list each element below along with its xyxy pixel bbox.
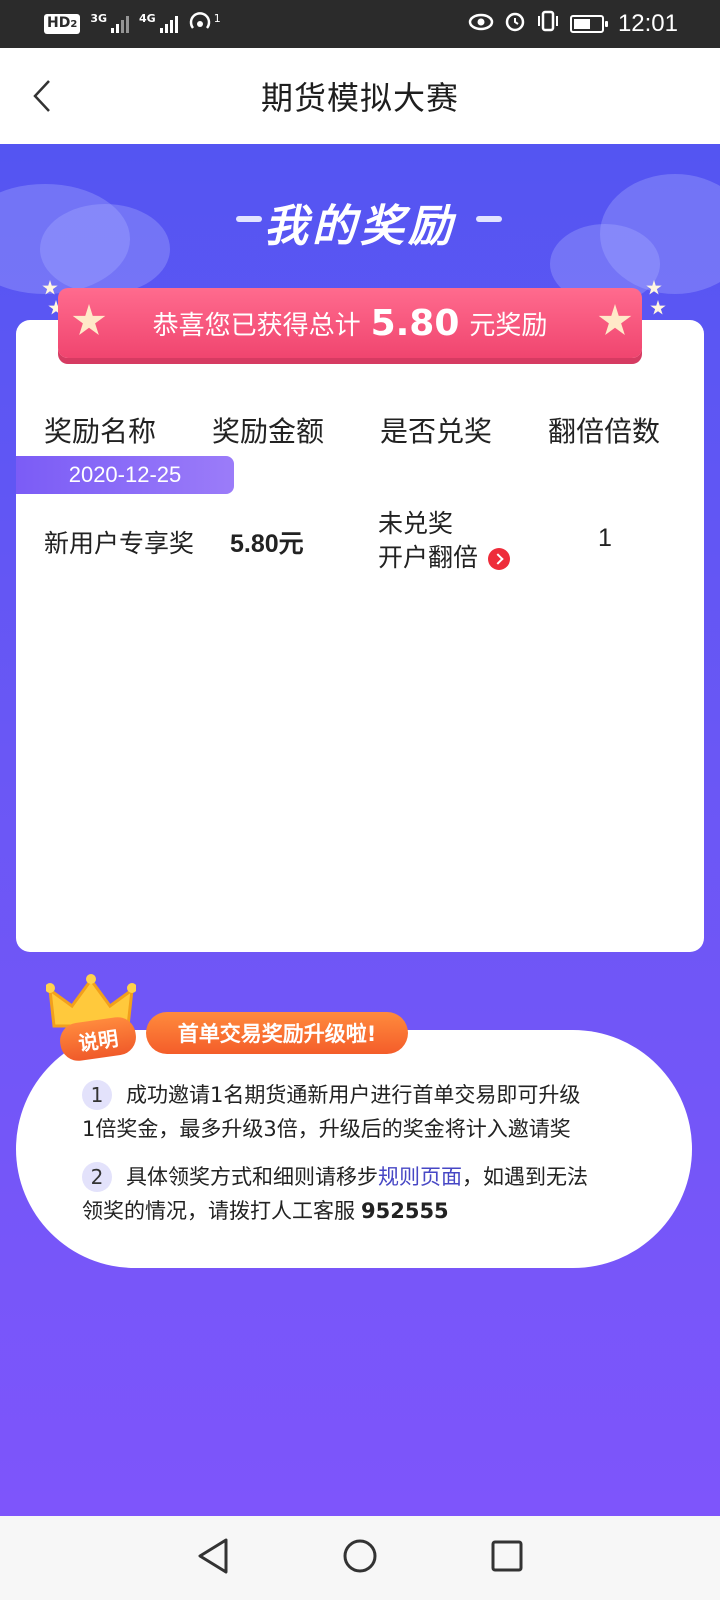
rule-2-text-a: 具体领奖方式和细则请移步 — [126, 1165, 378, 1189]
chevron-right-circle-icon — [488, 548, 511, 570]
rule-2-text-b: ，如遇到无法 — [462, 1165, 588, 1189]
double-reward-link[interactable]: 开户翻倍 — [378, 538, 511, 574]
banner-suffix: 元奖励 — [469, 310, 548, 341]
column-header-multiplier: 翻倍倍数 — [526, 410, 682, 456]
hd-sub: 2 — [70, 19, 78, 30]
triangle-back-icon — [198, 1538, 228, 1574]
promo-pill: 首单交易奖励升级啦! — [146, 1012, 408, 1054]
chevron-left-icon — [33, 80, 50, 112]
net-3g-label: 3G — [90, 11, 107, 25]
eye-icon — [468, 12, 494, 37]
clock: 12:01 — [617, 10, 678, 37]
rule-1-text: 成功邀请1名期货通新用户进行首单交易即可升级 — [126, 1083, 581, 1107]
title-dash-right — [476, 216, 502, 222]
total-reward-banner: 恭喜您已获得总计 5.80 元奖励 — [58, 288, 642, 358]
multiplier-value: 1 — [598, 524, 612, 552]
hotspot-icon — [188, 10, 212, 38]
column-header-redeemed: 是否兑奖 — [358, 410, 514, 456]
rule-2-line-2: 领奖的情况，请拨打人工客服 952555 — [82, 1194, 642, 1228]
signal-icon — [111, 15, 129, 33]
recents-nav-button[interactable] — [490, 1539, 524, 1577]
double-reward-label: 开户翻倍 — [378, 543, 479, 572]
vibrate-icon — [536, 10, 560, 38]
info-card — [16, 1030, 692, 1268]
rule-number: 2 — [82, 1162, 112, 1192]
star-icon — [650, 300, 666, 315]
signal-icon-2 — [159, 15, 178, 33]
rule-1-line-2: 1倍奖金，最多升级3倍，升级后的奖金将计入邀请奖 — [82, 1117, 571, 1141]
service-phone[interactable]: 952555 — [361, 1199, 449, 1223]
rules-page-link[interactable]: 规则页面 — [378, 1165, 462, 1189]
alarm-icon — [504, 10, 526, 38]
circle-home-icon — [343, 1539, 377, 1573]
app-header: 期货模拟大赛 — [0, 48, 720, 144]
status-left: HD2 3G 4G 1 — [44, 10, 221, 38]
rule-number: 1 — [82, 1080, 112, 1110]
home-nav-button[interactable] — [341, 1537, 379, 1579]
battery-icon — [569, 15, 608, 33]
main-content: 我的奖励 恭喜您已获得总计 5.80 元奖励 奖励名称 奖励金额 是否兑奖 翻倍… — [0, 144, 720, 1516]
status-right: 12:01 — [468, 10, 678, 38]
banner-amount: 5.80 — [370, 302, 460, 344]
net-4g-label: 4G — [139, 11, 156, 25]
page-title: 期货模拟大赛 — [260, 79, 459, 117]
rule-2-text-c: 领奖的情况，请拨打人工客服 — [82, 1199, 355, 1223]
date-group-tag: 2020-12-25 — [16, 456, 234, 494]
rule-1-line-1: 1 成功邀请1名期货通新用户进行首单交易即可升级 — [82, 1078, 642, 1112]
rule-2-line-1: 2 具体领奖方式和细则请移步规则页面，如遇到无法 — [82, 1160, 642, 1194]
back-button[interactable] — [22, 76, 62, 116]
rewards-title: 我的奖励 — [264, 201, 456, 252]
hd-badge: HD2 — [44, 14, 81, 34]
redeem-status: 未兑奖 — [378, 509, 454, 538]
column-header-name: 奖励名称 — [22, 410, 178, 456]
hd-label: HD — [47, 15, 71, 31]
banner-prefix: 恭喜您已获得总计 — [152, 310, 361, 341]
system-nav-bar — [0, 1516, 720, 1600]
reward-amount: 5.80元 — [230, 530, 304, 558]
square-recents-icon — [491, 1540, 523, 1572]
hotspot-count: 1 — [213, 11, 221, 25]
reward-name: 新用户专享奖 — [44, 529, 195, 558]
column-header-amount: 奖励金额 — [190, 410, 346, 456]
status-bar: HD2 3G 4G 1 12:01 — [0, 0, 720, 48]
back-nav-button[interactable] — [196, 1537, 230, 1579]
